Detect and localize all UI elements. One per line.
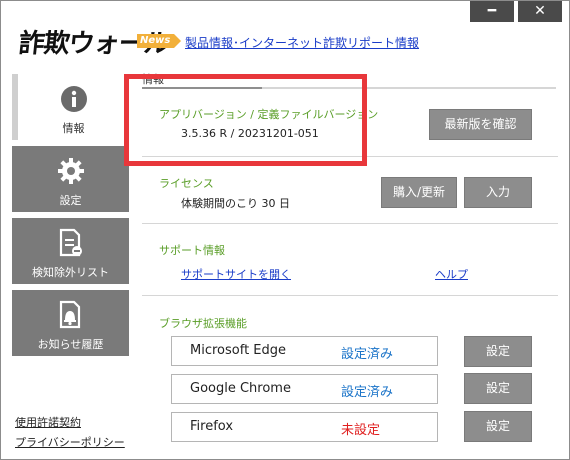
license-value: 体験期間のこり 30 日 [181,197,290,210]
browser-row-edge: Microsoft Edge 設定済み [171,336,438,366]
sidebar-item-info[interactable]: 情報 [12,74,129,140]
sidebar-item-label: 検知除外リスト [32,266,109,279]
browser-extension-label: ブラウザ拡張機能 [159,317,247,330]
bell-notification-icon [12,300,129,330]
gear-icon [12,156,129,186]
license-agreement-link[interactable]: 使用許諾契約 [15,414,81,430]
browser-name: Microsoft Edge [190,343,287,358]
minimize-icon: ━ [487,3,497,19]
close-icon: ✕ [534,3,546,19]
highlight-box [124,74,367,166]
chrome-settings-button[interactable]: 設定 [464,373,532,404]
firefox-settings-button[interactable]: 設定 [464,411,532,442]
browser-status: 設定済み [341,347,394,362]
edge-settings-button[interactable]: 設定 [464,336,532,367]
news-link[interactable]: 製品情報･インターネット詐欺リポート情報 [185,34,419,51]
info-icon [18,84,129,114]
browser-status: 未設定 [341,423,381,438]
privacy-policy-link[interactable]: プライバシーポリシー [15,434,125,450]
support-site-link[interactable]: サポートサイトを開く [181,266,291,282]
minimize-button[interactable]: ━ [470,1,514,22]
license-input-button[interactable]: 入力 [464,177,532,208]
sidebar-item-exclusion-list[interactable]: 検知除外リスト [12,218,129,284]
license-label: ライセンス [159,177,214,190]
buy-renew-button[interactable]: 購入/更新 [381,177,457,208]
sidebar-item-label: 情報 [62,122,85,135]
close-button[interactable]: ✕ [518,1,562,22]
browser-row-chrome: Google Chrome 設定済み [171,374,438,404]
news-badge: News [137,34,181,48]
browser-name: Firefox [190,419,234,434]
sidebar-item-notification-history[interactable]: お知らせ履歴 [12,290,129,356]
help-link[interactable]: ヘルプ [435,266,468,282]
divider [142,295,558,296]
browser-row-firefox: Firefox 未設定 [171,412,438,442]
sidebar-item-label: 設定 [59,194,82,207]
divider [142,223,558,224]
exclusion-list-icon [12,228,129,258]
sidebar-item-settings[interactable]: 設定 [12,146,129,212]
support-label: サポート情報 [159,244,225,257]
sidebar-item-label: お知らせ履歴 [37,338,104,351]
app-window: ━ ✕ 詐欺ウォール News 製品情報･インターネット詐欺リポート情報 情報 [0,0,570,460]
browser-status: 設定済み [341,385,394,400]
check-latest-button[interactable]: 最新版を確認 [429,109,532,140]
browser-name: Google Chrome [190,381,291,396]
